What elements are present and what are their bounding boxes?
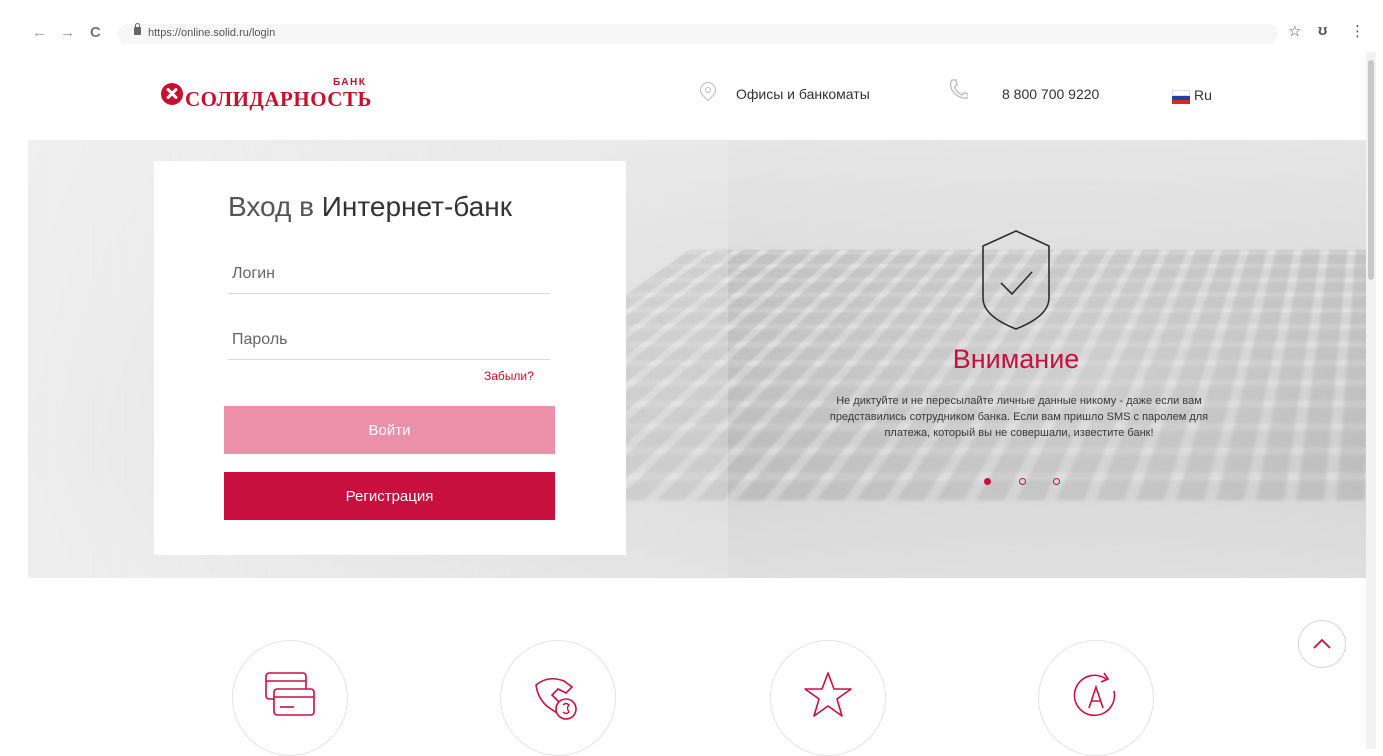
register-button[interactable]: Регистрация [224, 472, 555, 520]
login-field [228, 257, 558, 294]
location-pin-icon [696, 78, 720, 102]
carousel-dot-1[interactable] [984, 478, 991, 485]
language-switcher[interactable]: Ru [1194, 87, 1212, 103]
attention-text: Не диктуйте и не пересылайте личные данн… [829, 395, 1209, 439]
carousel-dot-2[interactable] [1019, 478, 1026, 485]
login-title: Вход в Интернет-банк [228, 191, 512, 223]
password-field [228, 323, 558, 360]
phone-icon [949, 79, 968, 99]
login-title-prefix: Вход в [228, 191, 322, 222]
scrollbar-thumb[interactable] [1368, 60, 1374, 280]
address-bar[interactable]: https://online.solid.ru/login [118, 23, 1278, 44]
url-text: https://online.solid.ru/login [148, 27, 276, 39]
login-input[interactable] [228, 257, 558, 291]
bank-logo[interactable]: БАНК СОЛИДАРНОСТЬ [161, 77, 401, 117]
login-card: Вход в Интернет-банк Забыли? Войти Регис… [154, 161, 626, 555]
feature-favorites[interactable] [770, 640, 886, 756]
offices-link[interactable]: Офисы и банкоматы [736, 86, 870, 102]
bookmark-star-icon[interactable]: ☆ [1288, 22, 1301, 40]
chevron-up-icon [1313, 638, 1331, 649]
browser-menu-icon[interactable]: ⋮ [1350, 22, 1365, 40]
forward-icon[interactable]: → [60, 24, 75, 41]
site-header: БАНК СОЛИДАРНОСТЬ Офисы и банкоматы 8 80… [14, 52, 1366, 140]
attention-title: Внимание [952, 344, 1080, 374]
lock-icon [134, 23, 141, 35]
feature-autopay[interactable] [1038, 640, 1154, 756]
phone-number[interactable]: 8 800 700 9220 [1002, 86, 1099, 102]
page-scrollbar[interactable] [1366, 52, 1376, 749]
cards-icon [265, 672, 315, 716]
login-button[interactable]: Войти [224, 406, 555, 454]
logo-bank-name: СОЛИДАРНОСТЬ [185, 87, 372, 111]
profile-icon[interactable]: ʊ [1318, 22, 1327, 39]
browser-toolbar: ← → C https://online.solid.ru/login ☆ ʊ … [14, 14, 1372, 53]
login-title-main: Интернет-банк [321, 191, 512, 222]
auto-renew-icon [1073, 672, 1116, 717]
password-input[interactable] [228, 323, 558, 357]
shield-check-icon [982, 230, 1050, 330]
scroll-to-top-button[interactable] [1298, 620, 1346, 668]
feature-payments[interactable] [500, 640, 616, 756]
back-icon[interactable]: ← [32, 24, 47, 41]
russia-flag-icon [1172, 90, 1190, 104]
feature-cards[interactable] [232, 640, 348, 756]
hand-coin-icon [535, 677, 577, 720]
carousel-dot-3[interactable] [1053, 478, 1060, 485]
reload-icon[interactable]: C [90, 24, 101, 41]
forgot-password-link[interactable]: Забыли? [484, 369, 534, 383]
star-icon [804, 672, 852, 717]
logo-mark-icon [161, 83, 183, 105]
